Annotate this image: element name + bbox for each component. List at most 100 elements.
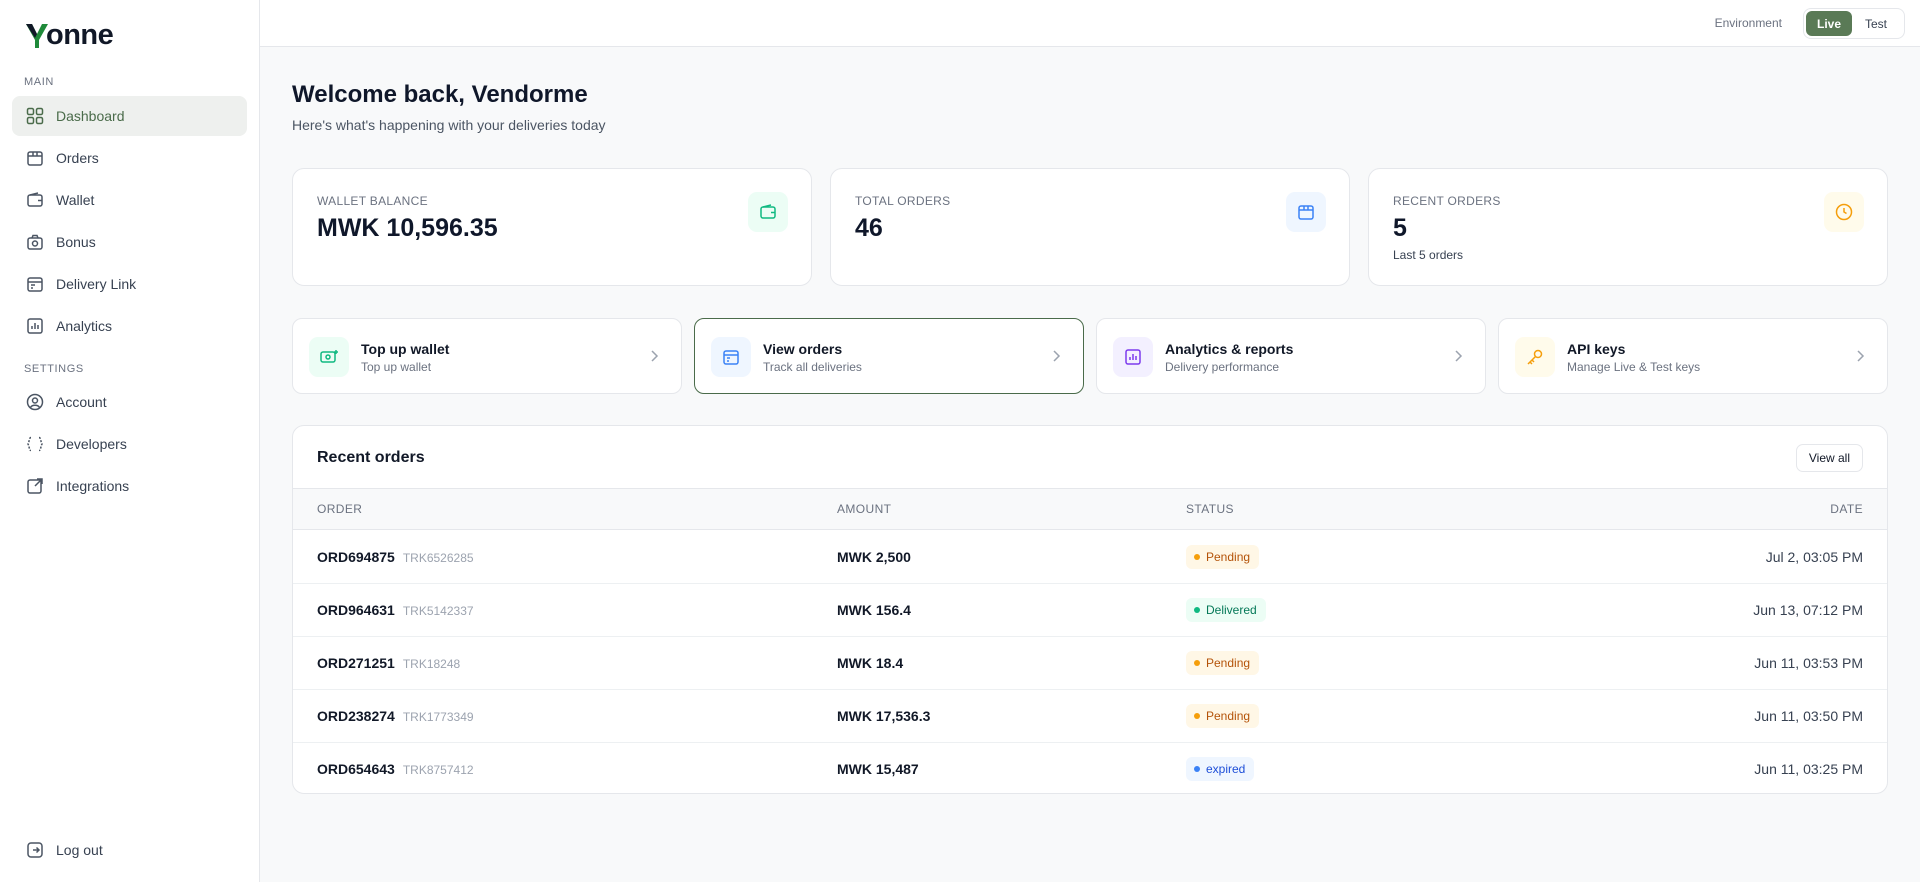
recent-orders-panel: Recent orders View all ORDER AMOUNT STAT… — [292, 425, 1888, 794]
topbar: Environment Live Test — [260, 0, 1920, 47]
amount-cell: MWK 2,500 — [837, 549, 911, 565]
section-label-main: MAIN — [24, 76, 54, 88]
status-label: Delivered — [1206, 603, 1257, 617]
stat-label: TOTAL ORDERS — [855, 194, 951, 208]
action-sub: Track all deliveries — [763, 360, 862, 374]
key-icon — [1515, 337, 1555, 377]
action-title: View orders — [763, 341, 843, 357]
status-label: expired — [1206, 762, 1246, 776]
action-view-orders[interactable]: View orders Track all deliveries — [694, 318, 1084, 394]
table-row[interactable]: ORD964631 TRK5142337 MWK 156.4 Delivered Jun… — [293, 584, 1887, 637]
sidebar-item-label: Bonus — [56, 234, 96, 250]
column-header-date[interactable]: DATE — [1830, 502, 1863, 516]
order-id[interactable]: ORD271251 — [317, 655, 395, 671]
sidebar-item-account[interactable]: Account — [12, 382, 247, 422]
logout-icon — [25, 840, 45, 860]
order-id[interactable]: ORD964631 — [317, 602, 395, 618]
bar-chart-icon — [25, 316, 45, 336]
action-title: Analytics & reports — [1165, 341, 1294, 357]
stat-value: 5 — [1393, 214, 1407, 242]
status-badge: Pending — [1186, 545, 1260, 569]
action-api-keys[interactable]: API keys Manage Live & Test keys — [1498, 318, 1888, 394]
table-row[interactable]: ORD271251 TRK18248 MWK 18.4 Pending Jun 11, … — [293, 637, 1887, 690]
stat-label: WALLET BALANCE — [317, 194, 428, 208]
stat-sub: Last 5 orders — [1393, 248, 1464, 262]
date-cell: Jun 11, 03:53 PM — [1754, 655, 1863, 671]
sidebar-item-analytics[interactable]: Analytics — [12, 306, 247, 346]
status-dot-icon — [1194, 660, 1200, 666]
action-analytics-reports[interactable]: Analytics & reports Delivery performance — [1096, 318, 1486, 394]
status-badge: Pending — [1186, 704, 1260, 728]
money-plus-icon — [309, 337, 349, 377]
sidebar-item-bonus[interactable]: Bonus — [12, 222, 247, 262]
action-top-up-wallet[interactable]: Top up wallet Top up wallet — [292, 318, 682, 394]
sidebar-item-label: Dashboard — [56, 108, 125, 124]
view-all-button[interactable]: View all — [1795, 444, 1863, 472]
bar-chart-icon — [1113, 337, 1153, 377]
sidebar-item-label: Account — [56, 394, 107, 410]
brand-name: onne — [46, 18, 114, 51]
chevron-right-icon — [1053, 350, 1061, 362]
status-badge: Pending — [1186, 651, 1260, 675]
action-sub: Top up wallet — [361, 360, 432, 374]
recent-orders-title: Recent orders — [317, 449, 425, 466]
order-id[interactable]: ORD654643 — [317, 761, 395, 777]
order-cell: ORD271251 TRK18248 — [317, 655, 460, 671]
action-sub: Manage Live & Test keys — [1567, 360, 1701, 374]
action-sub: Delivery performance — [1165, 360, 1280, 374]
chevron-right-icon — [1455, 350, 1463, 362]
status-badge: expired — [1186, 757, 1255, 781]
stat-value: 46 — [855, 214, 883, 242]
action-title: Top up wallet — [361, 341, 450, 357]
calendar-icon — [25, 274, 45, 294]
sidebar-item-integrations[interactable]: Integrations — [12, 466, 247, 506]
stat-card-wallet-balance: WALLET BALANCE MWK 10,596.35 — [292, 168, 812, 286]
column-header-order[interactable]: ORDER — [317, 502, 362, 516]
status-label: Pending — [1206, 656, 1251, 670]
env-live-button[interactable]: Live — [1806, 11, 1852, 36]
amount-cell: MWK 15,487 — [837, 761, 919, 777]
order-id[interactable]: ORD238274 — [317, 708, 395, 724]
status-label: Pending — [1206, 550, 1251, 564]
grid-icon — [25, 106, 45, 126]
amount-cell: MWK 156.4 — [837, 602, 911, 618]
sidebar-item-orders[interactable]: Orders — [12, 138, 247, 178]
tracking-id: TRK5142337 — [402, 604, 474, 618]
tracking-id: TRK1773349 — [402, 710, 474, 724]
order-id[interactable]: ORD694875 — [317, 549, 395, 565]
env-test-button[interactable]: Test — [1852, 11, 1900, 36]
chevron-right-icon — [651, 350, 659, 362]
wallet-icon — [25, 190, 45, 210]
column-header-amount[interactable]: AMOUNT — [837, 502, 891, 516]
order-cell: ORD238274 TRK1773349 — [317, 708, 474, 724]
logout-label: Log out — [56, 842, 103, 858]
chevron-right-icon — [1857, 350, 1865, 362]
brand-logo[interactable]: onne — [26, 18, 114, 52]
sidebar-item-wallet[interactable]: Wallet — [12, 180, 247, 220]
tracking-id: TRK6526285 — [402, 551, 474, 565]
amount-cell: MWK 17,536.3 — [837, 708, 931, 724]
sidebar-item-dashboard[interactable]: Dashboard — [12, 96, 247, 136]
stat-value: MWK 10,596.35 — [317, 214, 498, 242]
table-row[interactable]: ORD694875 TRK6526285 MWK 2,500 Pending Jul 2… — [293, 531, 1887, 584]
package-icon — [711, 337, 751, 377]
page-subtitle: Here's what's happening with your delive… — [292, 117, 606, 133]
order-cell: ORD654643 TRK8757412 — [317, 761, 474, 777]
logout-button[interactable]: Log out — [12, 830, 247, 870]
status-badge: Delivered — [1186, 598, 1266, 622]
sidebar-item-delivery-link[interactable]: Delivery Link — [12, 264, 247, 304]
order-cell: ORD964631 TRK5142337 — [317, 602, 474, 618]
status-dot-icon — [1194, 554, 1200, 560]
table-row[interactable]: ORD654643 TRK8757412 MWK 15,487 expired Jun … — [293, 743, 1887, 793]
user-circle-icon — [25, 392, 45, 412]
clock-icon — [1824, 192, 1864, 232]
table-row[interactable]: ORD238274 TRK1773349 MWK 17,536.3 Pending Ju… — [293, 690, 1887, 743]
date-cell: Jun 11, 03:50 PM — [1754, 708, 1863, 724]
stat-card-recent-orders: RECENT ORDERS 5 Last 5 orders — [1368, 168, 1888, 286]
date-cell: Jun 11, 03:25 PM — [1754, 761, 1863, 777]
sidebar-item-developers[interactable]: Developers — [12, 424, 247, 464]
column-header-status[interactable]: STATUS — [1186, 502, 1234, 516]
table-header: ORDER AMOUNT STATUS DATE — [293, 488, 1887, 530]
package-icon — [25, 148, 45, 168]
sidebar-item-label: Wallet — [56, 192, 95, 208]
